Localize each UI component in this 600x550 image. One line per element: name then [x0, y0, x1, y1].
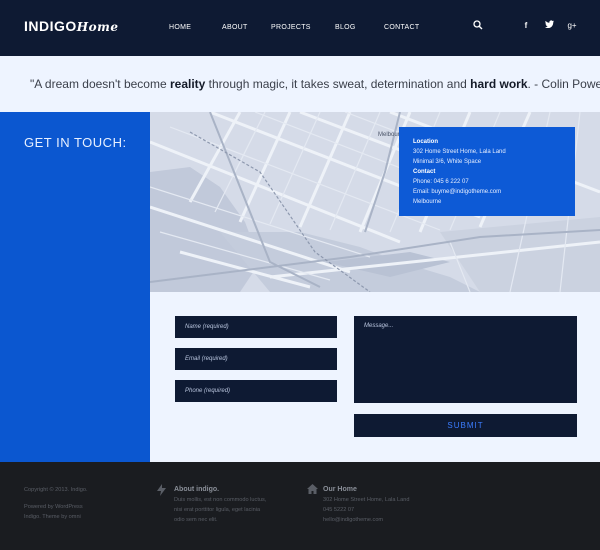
nav-blog[interactable]: BLOG — [335, 24, 356, 31]
contact-side-panel: GET IN TOUCH: — [0, 112, 150, 462]
search-icon[interactable] — [472, 20, 484, 32]
location-info-box: Location 302 Home Street Home, Lala Land… — [399, 127, 575, 216]
google-plus-icon[interactable]: g+ — [566, 20, 578, 32]
lightning-icon — [157, 484, 166, 498]
about-line-2: nisi erat porttitor ligula, eget lacinia — [174, 507, 261, 513]
nav-contact[interactable]: CONTACT — [384, 24, 419, 31]
nav-home[interactable]: HOME — [169, 24, 191, 31]
site-header: INDIGOHome HOME ABOUT PROJECTS BLOG CONT… — [0, 0, 600, 56]
address-line-2: Minimal 3/6, White Space — [413, 159, 482, 165]
get-in-touch-title: GET IN TOUCH: — [24, 135, 127, 150]
site-footer: Copyright © 2013. Indigo. Powered by Wor… — [0, 462, 600, 550]
logo-main: INDIGO — [24, 18, 77, 34]
home-icon — [307, 484, 318, 496]
location-label: Location — [413, 139, 438, 145]
city-text: Melbourne — [413, 199, 442, 205]
twitter-icon[interactable] — [543, 20, 555, 32]
copyright-text: Copyright © 2013. Indigo. — [24, 487, 88, 493]
quote-bold-reality: reality — [169, 77, 206, 91]
phone-input[interactable]: Phone (required) — [175, 380, 337, 402]
nav-projects[interactable]: PROJECTS — [271, 24, 311, 31]
logo-script: Home — [76, 20, 119, 34]
quote-bold-hard-work: hard work — [470, 77, 528, 91]
quote-band: "A dream doesn't become reality through … — [0, 56, 600, 112]
theme-by-text: Indigo. Theme by omni — [24, 514, 81, 520]
about-title: About indigo. — [174, 486, 220, 493]
name-input[interactable]: Name (required) — [175, 316, 337, 338]
home-address: 302 Home Street Home, Lala Land — [323, 497, 410, 503]
powered-by-text: Powered by WordPress — [24, 504, 83, 510]
footer-credits: Copyright © 2013. Indigo. Powered by Wor… — [24, 485, 88, 522]
submit-button[interactable]: SUBMIT — [354, 414, 577, 437]
about-line-3: odio sem nec elit. — [174, 517, 218, 523]
message-textarea[interactable]: Message... — [354, 316, 577, 403]
facebook-icon[interactable]: f — [520, 20, 532, 32]
contact-label: Contact — [413, 169, 436, 175]
email-input[interactable]: Email (required) — [175, 348, 337, 370]
home-title: Our Home — [323, 486, 357, 493]
logo[interactable]: INDIGOHome — [24, 18, 118, 34]
phone-text: Phone: 045 6 222 07 — [413, 179, 469, 185]
email-text: Email: buyme@indigotheme.com — [413, 189, 502, 195]
quote-text: "A dream doesn't become reality through … — [30, 77, 600, 91]
about-line-1: Duis mollis, est non commodo luctus, — [174, 497, 267, 503]
address-line-1: 302 Home Street Home, Lala Land — [413, 149, 506, 155]
nav-about[interactable]: ABOUT — [222, 24, 248, 31]
footer-about: About indigo. Duis mollis, est non commo… — [174, 485, 266, 525]
footer-home: Our Home 302 Home Street Home, Lala Land… — [323, 485, 409, 525]
home-phone: 045 5222 07 — [323, 507, 355, 513]
home-email[interactable]: hello@indigotheme.com — [323, 515, 409, 525]
